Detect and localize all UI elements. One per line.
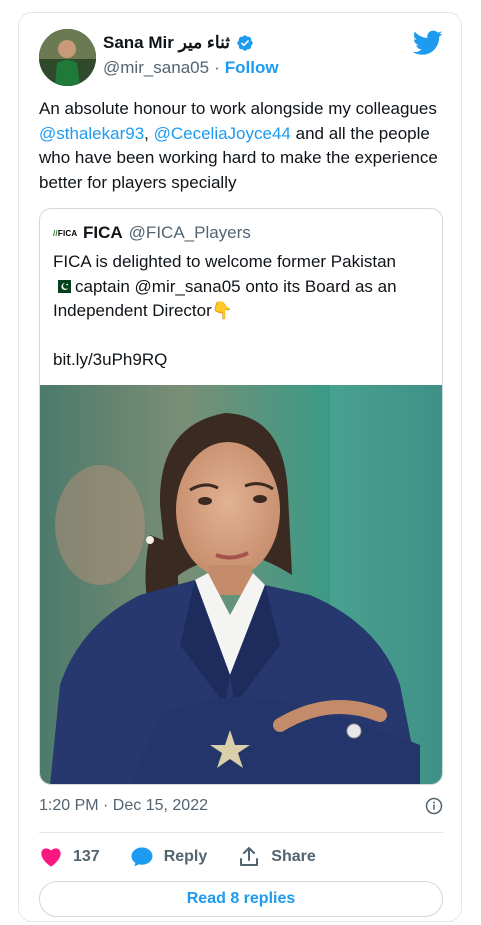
like-count: 137 [73,848,100,865]
heart-icon [41,848,61,867]
share-label: Share [271,848,316,865]
quoted-text-line-2: captain @mir_sana05 onto its Board as an… [53,275,433,324]
share-icon [240,847,259,866]
tweet-actions: 137 Reply Share [39,845,346,869]
tweet-text-comma: , [144,123,154,143]
quoted-handle: @FICA_Players [128,223,251,242]
tweet-text: An absolute honour to work alongside my … [39,97,449,195]
author-handle-row: @mir_sana05 · Follow [103,58,279,78]
quoted-tweet-header: //FICA FICA @FICA_Players [53,223,251,243]
pakistan-flag-icon [53,279,71,293]
verified-badge-icon [237,35,253,51]
quoted-display-name: FICA [83,223,123,242]
divider [39,832,443,833]
quoted-text-line: FICA is delighted to welcome former Paki… [53,252,396,271]
tweet-card: Sana Mir ثناء میر @mir_sana05 · Follow A… [18,12,462,922]
quoted-photo[interactable] [40,385,442,784]
quoted-link[interactable]: bit.ly/3uPh9RQ [53,348,433,373]
reply-button[interactable]: Reply [130,845,208,869]
fica-logo: //FICA [53,228,78,238]
info-icon[interactable] [425,797,443,815]
tweet-timestamp[interactable]: 1:20 PM · Dec 15, 2022 [39,797,208,815]
quoted-tweet-text: FICA is delighted to welcome former Paki… [53,250,433,372]
mention-link[interactable]: @sthalekar93 [39,124,144,143]
share-button[interactable]: Share [237,845,316,869]
author-handle[interactable]: @mir_sana05 [103,58,209,78]
author-name-row[interactable]: Sana Mir ثناء میر [103,33,254,53]
avatar[interactable] [39,29,96,86]
quoted-tweet[interactable]: //FICA FICA @FICA_Players FICA is deligh… [39,208,443,785]
follow-button[interactable]: Follow [225,58,279,78]
like-button[interactable]: 137 [39,845,100,869]
pointing-down-emoji: 👇 [211,301,233,320]
author-display-name[interactable]: Sana Mir ثناء میر [103,33,230,53]
handle-separator: · [214,58,220,77]
read-replies-label: Read 8 replies [186,890,296,907]
mention-link[interactable]: @CeceliaJoyce44 [154,124,291,143]
read-replies-button[interactable]: Read 8 replies [39,881,443,917]
tweet-meta-row: 1:20 PM · Dec 15, 2022 [39,797,443,815]
tweet-text-part: An absolute honour to work alongside my … [39,99,437,118]
twitter-bird-icon[interactable] [413,30,443,56]
reply-bubble-icon [131,847,153,867]
reply-label: Reply [163,848,208,865]
